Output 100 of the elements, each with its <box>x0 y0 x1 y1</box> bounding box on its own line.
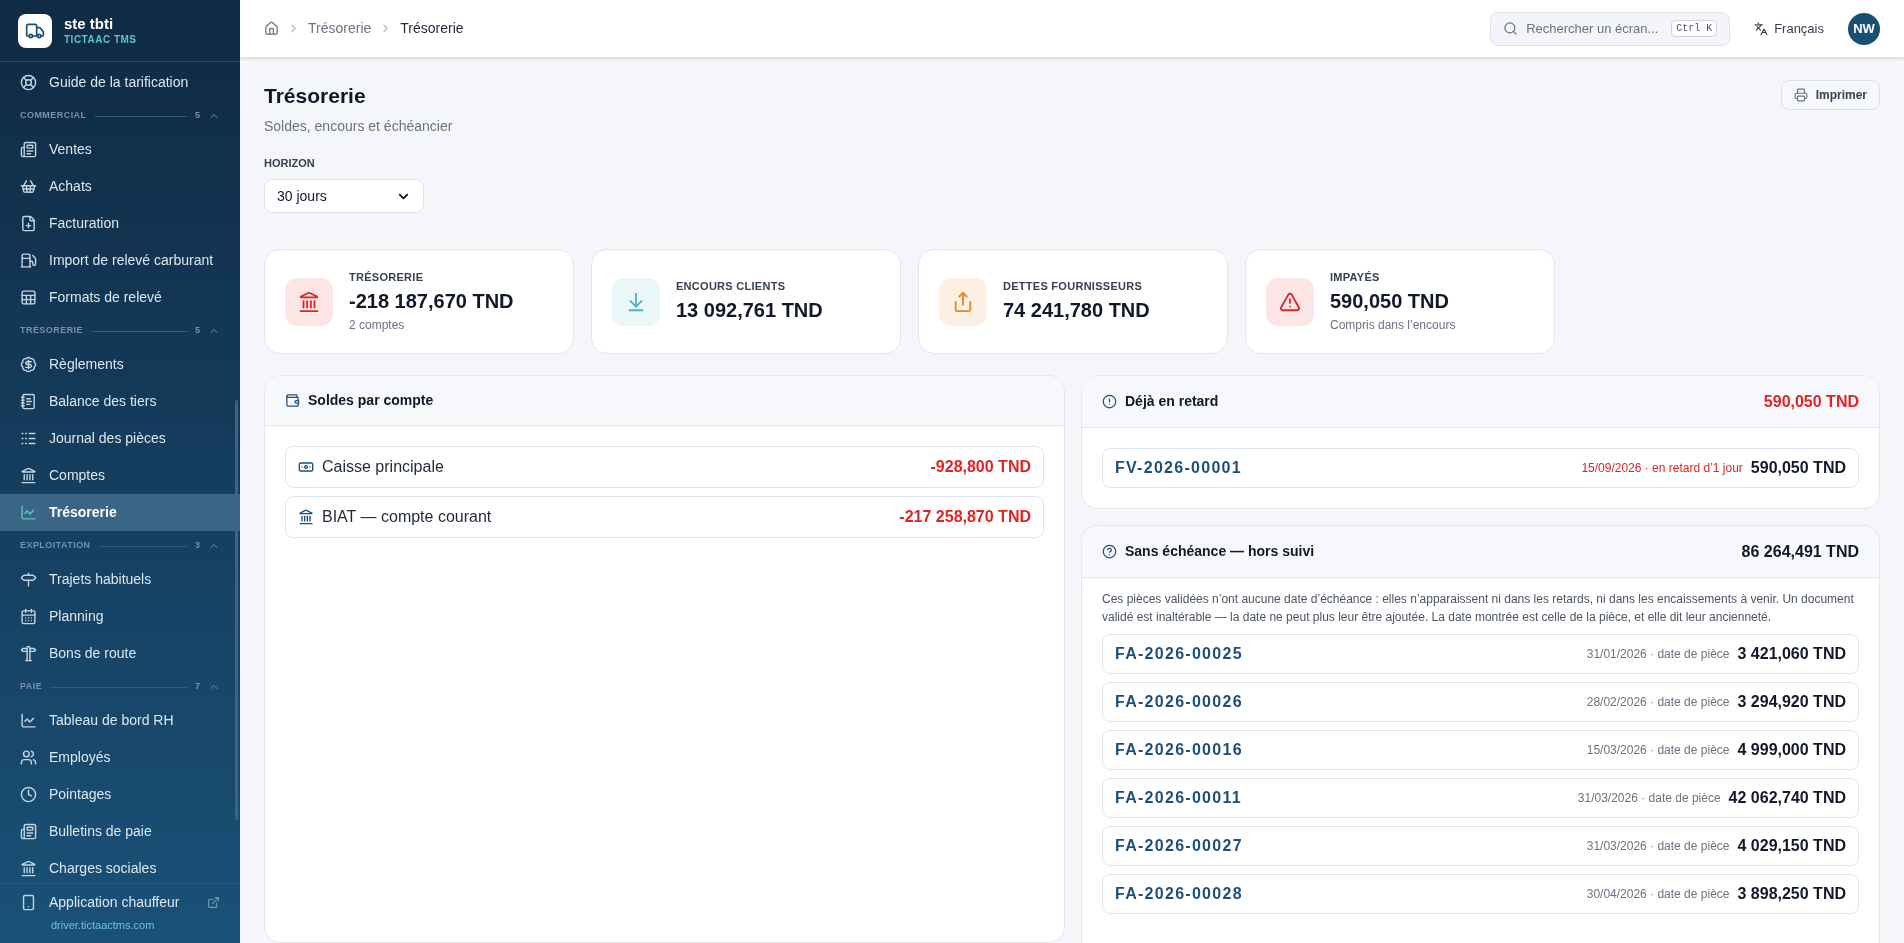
kpi-label: DETTES FOURNISSEURS <box>1003 279 1144 295</box>
menu-item-icon <box>20 74 37 91</box>
menu-item-icon <box>20 823 37 840</box>
menu-item-icon <box>20 645 37 662</box>
phone-icon <box>20 894 37 911</box>
document-reference[interactable]: FA-2026-00026 <box>1115 690 1243 714</box>
sidebar-item[interactable]: Pointages <box>0 776 240 813</box>
external-link-icon[interactable] <box>207 896 220 909</box>
document-amount: 3 421,060 TND <box>1737 644 1846 664</box>
document-amount: 4 999,000 TND <box>1737 740 1846 760</box>
sidebar-item[interactable]: Import de relevé carburant <box>0 242 240 279</box>
driver-app-url[interactable]: driver.tictaactms.com <box>20 917 220 934</box>
document-date: 30/04/2026 · date de pièce <box>1586 886 1730 903</box>
section-header[interactable]: COMMERCIAL 5 <box>0 101 240 131</box>
language-button[interactable]: Français <box>1754 18 1824 39</box>
document-row[interactable]: FA-2026-00011 31/03/2026 · date de pièce 42 062,740 TND <box>1102 778 1859 818</box>
document-row[interactable]: FA-2026-00025 31/01/2026 · date de pièce 3 421,060 TND <box>1102 634 1859 674</box>
document-reference[interactable]: FA-2026-00016 <box>1115 738 1243 762</box>
menu-item-icon <box>20 860 37 877</box>
kpi-value: -218 187,670 TND <box>349 288 514 314</box>
document-reference[interactable]: FV-2026-00001 <box>1115 456 1242 480</box>
account-name: BIAT — compte courant <box>322 507 493 527</box>
document-reference[interactable]: FA-2026-00025 <box>1115 642 1243 666</box>
document-date: 31/03/2026 · date de pièce <box>1586 838 1730 855</box>
document-amount: 3 898,250 TND <box>1737 884 1846 904</box>
menu-item-icon <box>20 430 37 447</box>
sidebar-item[interactable]: Bulletins de paie <box>0 813 240 850</box>
document-date: 31/01/2026 · date de pièce <box>1586 646 1730 663</box>
document-row[interactable]: FA-2026-00016 15/03/2026 · date de pièce 4 999,000 TND <box>1102 730 1859 770</box>
sidebar-item[interactable]: Formats de relevé <box>0 279 240 316</box>
document-reference[interactable]: FA-2026-00028 <box>1115 882 1243 906</box>
menu-item-icon <box>20 178 37 195</box>
kpi-value: 74 241,780 TND <box>1003 297 1150 323</box>
document-amount: 4 029,150 TND <box>1737 836 1846 856</box>
undated-description: Ces pièces validées n’ont aucune date d’échéance : elles n’apparaissent ni dans les retards, ni dans les encaissements à venir. Un document validé est inaltérable — la date ne peut plus leur être ajoutée. La date montrée est celle de la pièce, et elle dit leur ancienneté. <box>1101 591 1855 626</box>
section-count: 5 <box>195 324 200 338</box>
sidebar-item[interactable]: Bons de route <box>0 635 240 672</box>
sidebar-item[interactable]: Trajets habituels <box>0 561 240 598</box>
menu-item-icon <box>20 504 37 521</box>
sidebar-item[interactable]: Règlements <box>0 346 240 383</box>
shortcut-key: Ctrl K <box>1671 20 1718 37</box>
page-title: Trésorerie <box>264 83 367 109</box>
language-icon <box>1754 21 1769 36</box>
undated-total: 86 264,491 TND <box>1741 541 1859 562</box>
document-row[interactable]: FA-2026-00027 31/03/2026 · date de pièce 4 029,150 TND <box>1102 826 1859 866</box>
menu-item-icon <box>20 749 37 766</box>
account-row[interactable]: BIAT — compte courant -217 258,870 TND <box>285 496 1044 538</box>
sidebar-item[interactable]: Charges sociales <box>0 850 240 883</box>
document-date: 31/03/2026 · date de pièce <box>1577 790 1721 807</box>
section-count: 7 <box>195 680 200 694</box>
sidebar-item[interactable]: Balance des tiers <box>0 383 240 420</box>
sidebar-item[interactable]: Planning <box>0 598 240 635</box>
sidebar-item[interactable]: Comptes <box>0 457 240 494</box>
sidebar-item[interactable]: Tableau de bord RH <box>0 702 240 739</box>
panel-title: Soldes par compte <box>308 391 434 410</box>
document-row[interactable]: FV-2026-00001 15/09/2026 · en retard d’1 jour 590,050 TND <box>1102 448 1859 488</box>
print-button[interactable]: Imprimer <box>1780 80 1880 110</box>
menu-item-icon <box>20 141 37 158</box>
document-amount: 3 294,920 TND <box>1737 692 1846 712</box>
document-row[interactable]: FA-2026-00026 28/02/2026 · date de pièce 3 294,920 TND <box>1102 682 1859 722</box>
breadcrumb-item[interactable]: Trésorerie <box>400 18 464 39</box>
document-date: 15/03/2026 · date de pièce <box>1586 742 1730 759</box>
document-amount: 590,050 TND <box>1750 458 1846 478</box>
page-subtitle: Soldes, encours et échéancier <box>264 116 454 136</box>
overdue-total: 590,050 TND <box>1763 391 1859 412</box>
sidebar-item[interactable]: Facturation <box>0 205 240 242</box>
document-reference[interactable]: FA-2026-00027 <box>1115 834 1243 858</box>
account-balance: -928,800 TND <box>930 457 1031 477</box>
document-amount: 42 062,740 TND <box>1728 788 1846 808</box>
document-date: 15/09/2026 · en retard d’1 jour <box>1581 460 1743 477</box>
alert-icon <box>1102 394 1117 409</box>
scrollbar[interactable] <box>235 400 238 820</box>
home-icon[interactable] <box>264 21 279 36</box>
menu-item-icon <box>20 467 37 484</box>
document-reference[interactable]: FA-2026-00011 <box>1115 786 1242 810</box>
menu-item-icon <box>20 356 37 373</box>
menu-item-icon <box>20 571 37 588</box>
account-icon <box>298 459 314 475</box>
horizon-select[interactable]: 30 jours <box>264 179 424 213</box>
sidebar-item[interactable]: Ventes <box>0 131 240 168</box>
panel-title: Déjà en retard <box>1125 392 1220 411</box>
user-avatar[interactable]: NW <box>1848 12 1880 45</box>
panel-title: Sans échéance — hors suivi <box>1125 542 1316 561</box>
breadcrumb-item[interactable]: Trésorerie <box>308 18 372 39</box>
sidebar-item[interactable]: Achats <box>0 168 240 205</box>
account-row[interactable]: Caisse principale -928,800 TND <box>285 446 1044 488</box>
horizon-label: HORIZON <box>264 155 316 171</box>
document-row[interactable]: FA-2026-00028 30/04/2026 · date de pièce 3 898,250 TND <box>1102 874 1859 914</box>
section-header[interactable]: TRÉSORERIE 5 <box>0 316 240 346</box>
kpi-label: TRÉSORERIE <box>349 270 425 286</box>
search-icon <box>1503 21 1519 36</box>
sidebar-item[interactable]: Guide de la tarification <box>0 64 240 101</box>
section-count: 5 <box>195 109 200 123</box>
search-field[interactable]: Rechercher un écran... Ctrl K <box>1490 11 1731 46</box>
driver-app-link[interactable]: Application chauffeur <box>49 892 195 913</box>
section-count: 3 <box>195 539 200 553</box>
sidebar-item[interactable]: Employés <box>0 739 240 776</box>
sidebar-item[interactable]: Journal des pièces <box>0 420 240 457</box>
kpi-label: IMPAYÉS <box>1330 270 1381 286</box>
sidebar-item[interactable]: Trésorerie <box>0 494 240 531</box>
